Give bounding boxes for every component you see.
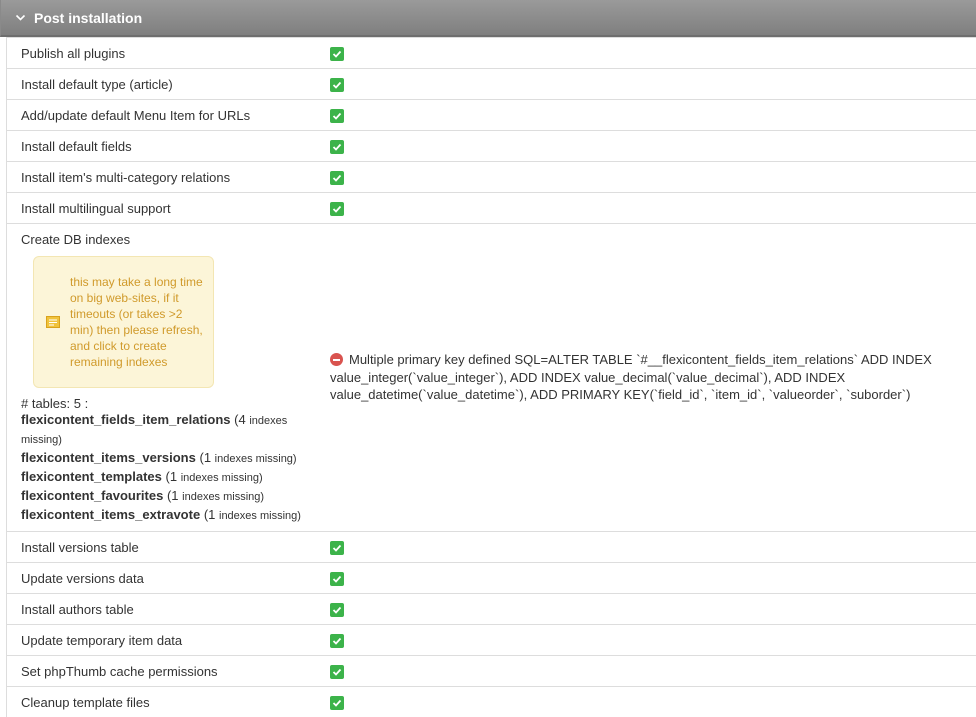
table-name: flexicontent_favourites xyxy=(21,488,163,503)
table-row: Install versions table xyxy=(7,532,976,563)
table-name: flexicontent_templates xyxy=(21,469,162,484)
post-installation-panel: Post installation Publish all plugins In… xyxy=(0,0,976,717)
missing-index-item: flexicontent_templates (1 indexes missin… xyxy=(21,468,315,487)
table-row: Install default type (article) xyxy=(7,69,976,100)
table-name: flexicontent_items_extravote xyxy=(21,507,200,522)
check-icon xyxy=(330,78,344,92)
step-label: Install default type (article) xyxy=(7,69,316,100)
step-label: Add/update default Menu Item for URLs xyxy=(7,100,316,131)
table-row: Install multilingual support xyxy=(7,193,976,224)
panel-header[interactable]: Post installation xyxy=(0,0,976,37)
tables-count: # tables: 5 : xyxy=(21,396,315,411)
step-label: Create DB indexes xyxy=(21,232,315,247)
step-label: Install item's multi-category relations xyxy=(7,162,316,193)
install-steps-table: Publish all plugins Install default type… xyxy=(6,37,976,717)
table-row: Set phpThumb cache permissions xyxy=(7,656,976,687)
check-icon xyxy=(330,665,344,679)
check-icon xyxy=(330,171,344,185)
table-row: Publish all plugins xyxy=(7,38,976,69)
table-row: Cleanup template files xyxy=(7,687,976,717)
check-icon xyxy=(330,541,344,555)
tip-text: this may take a long time on big web-sit… xyxy=(70,274,207,370)
step-label: Install authors table xyxy=(7,594,316,625)
step-label: Install multilingual support xyxy=(7,193,316,224)
check-icon xyxy=(330,202,344,216)
tip-box: this may take a long time on big web-sit… xyxy=(33,256,214,388)
step-label: Update versions data xyxy=(7,563,316,594)
check-icon xyxy=(330,109,344,123)
step-label: Publish all plugins xyxy=(7,38,316,69)
table-row: Install authors table xyxy=(7,594,976,625)
chevron-down-icon[interactable] xyxy=(15,12,26,23)
missing-index-item: flexicontent_fields_item_relations (4 in… xyxy=(21,411,315,449)
check-icon xyxy=(330,572,344,586)
table-row: Update temporary item data xyxy=(7,625,976,656)
missing-index-item: flexicontent_items_versions (1 indexes m… xyxy=(21,449,315,468)
step-label: Install default fields xyxy=(7,131,316,162)
error-message: Multiple primary key defined SQL=ALTER T… xyxy=(330,352,932,402)
table-name: flexicontent_fields_item_relations xyxy=(21,412,231,427)
step-label: Install versions table xyxy=(7,532,316,563)
step-label: Set phpThumb cache permissions xyxy=(7,656,316,687)
table-row: Update versions data xyxy=(7,563,976,594)
check-icon xyxy=(330,47,344,61)
table-row: Add/update default Menu Item for URLs xyxy=(7,100,976,131)
table-name: flexicontent_items_versions xyxy=(21,450,196,465)
missing-index-item: flexicontent_favourites (1 indexes missi… xyxy=(21,487,315,506)
error-icon xyxy=(330,353,343,366)
step-label: Cleanup template files xyxy=(7,687,316,717)
check-icon xyxy=(330,603,344,617)
table-row: Install default fields xyxy=(7,131,976,162)
check-icon xyxy=(330,634,344,648)
step-label: Update temporary item data xyxy=(7,625,316,656)
note-icon xyxy=(46,316,60,328)
check-icon xyxy=(330,140,344,154)
missing-index-item: flexicontent_items_extravote (1 indexes … xyxy=(21,506,315,525)
table-row: Install item's multi-category relations xyxy=(7,162,976,193)
check-icon xyxy=(330,696,344,710)
panel-title: Post installation xyxy=(34,10,142,26)
table-row-db-indexes: Create DB indexes this may take a long t… xyxy=(7,224,976,532)
